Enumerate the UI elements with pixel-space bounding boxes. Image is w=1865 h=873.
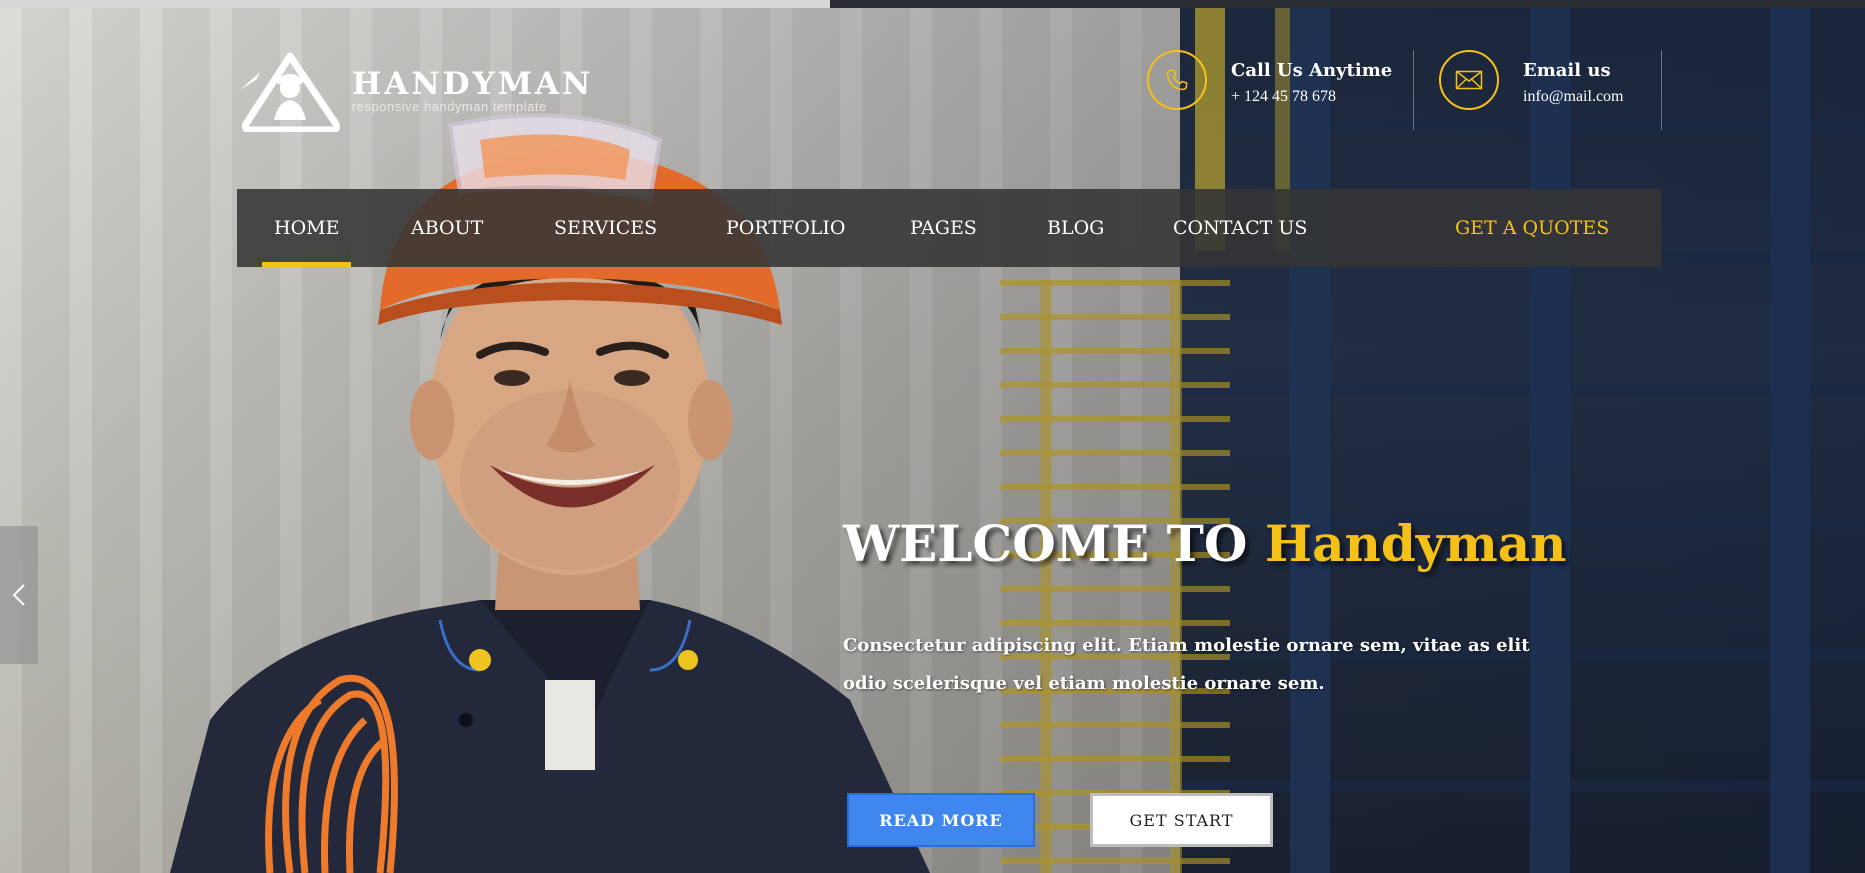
envelope-icon[interactable]: [1439, 50, 1499, 110]
get-start-button[interactable]: GET START: [1090, 793, 1273, 847]
slider-prev-button[interactable]: [0, 526, 38, 664]
hero-title: WELCOME TO Handyman: [843, 512, 1567, 576]
nav-item-home[interactable]: HOME: [261, 189, 353, 267]
handyman-helmet-logo-icon: [240, 52, 340, 132]
nav-item-blog[interactable]: BLOG: [1047, 189, 1104, 267]
brand-tagline: responsive handyman template: [352, 99, 547, 114]
email-address[interactable]: info@mail.com: [1523, 88, 1624, 106]
get-quote-button[interactable]: GET A QUOTES: [1455, 189, 1609, 267]
hero-title-prefix: WELCOME TO: [843, 514, 1248, 573]
nav-item-portfolio[interactable]: PORTFOLIO: [726, 189, 845, 267]
main-nav: HOME ABOUT SERVICES PORTFOLIO PAGES BLOG…: [237, 189, 1662, 267]
read-more-button[interactable]: READ MORE: [847, 793, 1035, 847]
nav-item-contact-us[interactable]: CONTACT US: [1173, 189, 1307, 267]
header-divider: [1413, 50, 1414, 130]
call-contact: Call Us Anytime + 124 45 78 678: [1147, 50, 1392, 110]
email-contact: Email us info@mail.com: [1439, 50, 1624, 110]
brand-logo[interactable]: HANDYMAN responsive handyman template: [238, 50, 593, 132]
email-title: Email us: [1523, 60, 1611, 81]
slider-progress-track: [0, 0, 1865, 8]
phone-number[interactable]: + 124 45 78 678: [1231, 88, 1392, 106]
slider-progress-fill: [0, 0, 830, 8]
nav-item-services[interactable]: SERVICES: [554, 189, 657, 267]
phone-icon[interactable]: [1147, 50, 1207, 110]
header-divider: [1661, 50, 1662, 130]
nav-item-about[interactable]: ABOUT: [411, 189, 483, 267]
hero-title-accent: Handyman: [1264, 514, 1567, 573]
nav-item-pages[interactable]: PAGES: [910, 189, 977, 267]
brand-name: HANDYMAN: [352, 66, 594, 102]
hero-description: Consectetur adipiscing elit. Etiam moles…: [843, 635, 1530, 694]
call-title: Call Us Anytime: [1231, 60, 1393, 81]
chevron-left-icon: [12, 584, 25, 606]
